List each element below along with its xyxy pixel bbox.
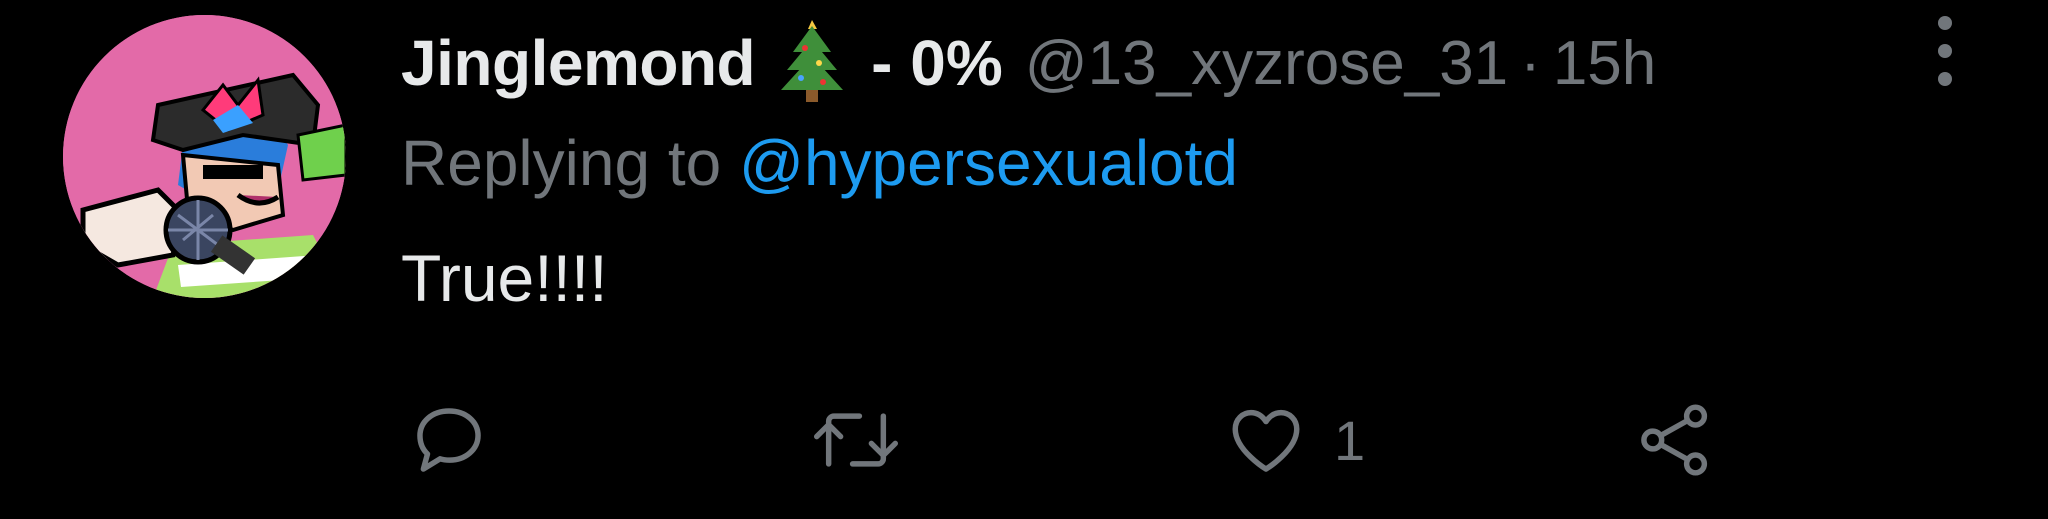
name-suffix: - 0% [871, 27, 1003, 99]
christmas-tree-icon [779, 18, 845, 104]
action-bar: 1 [0, 390, 2048, 490]
more-dot [1938, 72, 1952, 86]
heart-icon [1232, 409, 1300, 472]
separator-dot: · [1520, 28, 1541, 98]
display-name[interactable]: Jinglemond [401, 26, 756, 100]
reply-icon [417, 408, 481, 472]
more-options-button[interactable] [1920, 16, 1970, 86]
retweet-button[interactable] [808, 390, 904, 490]
share-icon [1641, 404, 1708, 476]
share-button[interactable] [1634, 390, 1716, 490]
tweet: Jinglemond - 0% @13_xyzrose_31 · 15h Rep… [0, 0, 2048, 519]
reply-button[interactable] [408, 390, 490, 490]
like-count: 1 [1334, 408, 1366, 472]
tweet-header: Jinglemond - 0% @13_xyzrose_31 · 15h [401, 18, 1656, 108]
replying-to-line: Replying to @hypersexualotd [401, 126, 1238, 200]
retweet-icon [813, 413, 899, 467]
like-button[interactable]: 1 [1224, 390, 1365, 490]
avatar-image [63, 15, 346, 298]
tweet-text: True!!!! [401, 241, 608, 315]
replying-to-handle[interactable]: @hypersexualotd [739, 127, 1238, 199]
user-handle[interactable]: @13_xyzrose_31 [1025, 28, 1508, 99]
replying-to-label: Replying to [401, 127, 722, 199]
more-dot [1938, 44, 1952, 58]
avatar[interactable] [63, 15, 346, 298]
more-vertical-icon [1938, 16, 1952, 30]
timestamp[interactable]: 15h [1553, 28, 1656, 99]
